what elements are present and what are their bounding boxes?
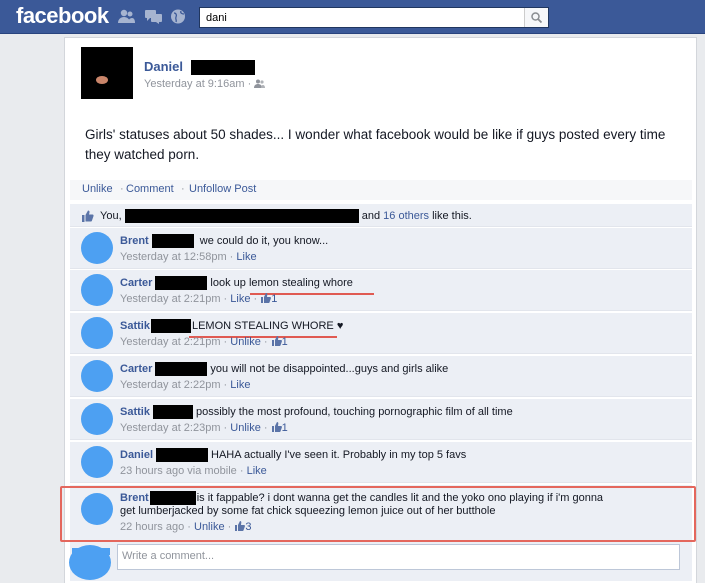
comment-like-count[interactable]: 1 (282, 422, 288, 434)
redacted-surname (155, 276, 208, 290)
commenter-avatar[interactable] (81, 317, 113, 349)
post-action-bar: Unlike · Comment · Unfollow Post (70, 180, 692, 200)
comment-like-count[interactable]: 1 (282, 336, 288, 348)
redacted-surname (156, 448, 209, 462)
likes-you: You, (100, 209, 122, 222)
comment-like-link[interactable]: Like (236, 251, 256, 263)
commenter-avatar[interactable] (81, 360, 113, 392)
redacted-surname (152, 405, 193, 419)
comment-like-link[interactable]: Like (230, 379, 250, 391)
notifications-globe-icon[interactable] (170, 9, 187, 24)
unfollow-post-link[interactable]: Unfollow Post (189, 183, 256, 195)
post-timestamp[interactable]: Yesterday at 9:16am (144, 78, 245, 90)
composer-avatar (69, 545, 111, 580)
commenter-name[interactable]: Brent (120, 235, 149, 247)
comment-timestamp[interactable]: 23 hours ago via mobile (120, 465, 237, 477)
commenter-avatar[interactable] (81, 274, 113, 306)
search-button[interactable] (524, 8, 548, 27)
red-highlight-annotation (60, 486, 696, 542)
author-name-row: Daniel (144, 59, 255, 76)
likes-summary: You, and 16 others like this. (70, 204, 692, 227)
unlike-link[interactable]: Unlike (82, 183, 113, 195)
messages-icon[interactable] (145, 9, 162, 24)
commenter-avatar[interactable] (81, 446, 113, 478)
commenter-name[interactable]: Sattik (120, 406, 150, 418)
comment-text: LEMON STEALING WHORE ♥ (191, 319, 344, 332)
commenter-name[interactable]: Sattik (120, 320, 150, 332)
search-input[interactable] (200, 8, 520, 27)
comment-timestamp[interactable]: Yesterday at 12:58pm (120, 251, 227, 263)
comment-item: Carter you will not be disappointed...guy… (70, 356, 692, 397)
comment-timestamp[interactable]: Yesterday at 2:21pm (120, 336, 221, 348)
like-count-thumb-icon (271, 336, 282, 346)
redacted-surname (155, 362, 208, 376)
comment-text: you will not be disappointed...guys and … (210, 362, 449, 375)
like-thumb-icon (82, 210, 94, 222)
redacted-surname (151, 234, 194, 248)
author-avatar[interactable] (81, 47, 133, 99)
comment-unlike-link[interactable]: Unlike (230, 336, 261, 348)
search-box (199, 7, 549, 28)
audience-friends-icon[interactable] (254, 79, 266, 88)
comment-text: HAHA actually I've seen it. Probably in … (211, 448, 467, 461)
search-icon (531, 12, 542, 23)
comment-link[interactable]: Comment (126, 183, 174, 195)
comment-text: possibly the most profound, touching por… (195, 405, 513, 418)
commenter-name[interactable]: Carter (120, 363, 152, 375)
comment-like-count[interactable]: 1 (271, 293, 277, 305)
like-count-thumb-icon (261, 293, 272, 303)
commenter-avatar[interactable] (81, 403, 113, 435)
like-count-thumb-icon (271, 422, 282, 432)
facebook-logo[interactable]: facebook (16, 3, 109, 29)
likes-others-link[interactable]: 16 others (383, 210, 429, 222)
comment-timestamp[interactable]: Yesterday at 2:23pm (120, 422, 221, 434)
comment-unlike-link[interactable]: Unlike (230, 422, 261, 434)
comment-item: Sattik possibly the most profound, touchi… (70, 399, 692, 440)
comment-text: we could do it, you know... (199, 234, 329, 247)
comment-item: Sattik LEMON STEALING WHORE ♥ Yesterday a… (70, 313, 692, 354)
author-name[interactable]: Daniel (144, 59, 183, 74)
commenter-avatar[interactable] (81, 232, 113, 264)
redacted-surname (190, 60, 255, 76)
comment-item: Daniel HAHA actually I've seen it. Probab… (70, 442, 692, 483)
comment-text-highlight: lemon stealing whore (248, 276, 353, 289)
redacted-likers (124, 209, 359, 223)
friend-requests-icon[interactable] (118, 9, 135, 24)
post-meta: Yesterday at 9:16am · (144, 78, 266, 90)
comment-like-link[interactable]: Like (230, 293, 250, 305)
comment-timestamp[interactable]: Yesterday at 2:22pm (120, 379, 221, 391)
redacted-surname (150, 319, 191, 333)
comment-like-link[interactable]: Like (247, 465, 267, 477)
commenter-name[interactable]: Daniel (120, 449, 153, 461)
post-text: Girls' statuses about 50 shades... I won… (85, 127, 666, 162)
comment-item: Brent we could do it, you know... Yester… (70, 228, 692, 269)
commenter-name[interactable]: Carter (120, 277, 152, 289)
comment-text: look up (210, 276, 249, 289)
comment-timestamp[interactable]: Yesterday at 2:21pm (120, 293, 221, 305)
write-comment-input[interactable]: Write a comment... (117, 544, 680, 570)
top-navigation-bar: facebook (0, 0, 705, 34)
comment-item: Carter look up lemon stealing whore Yeste… (70, 270, 692, 311)
